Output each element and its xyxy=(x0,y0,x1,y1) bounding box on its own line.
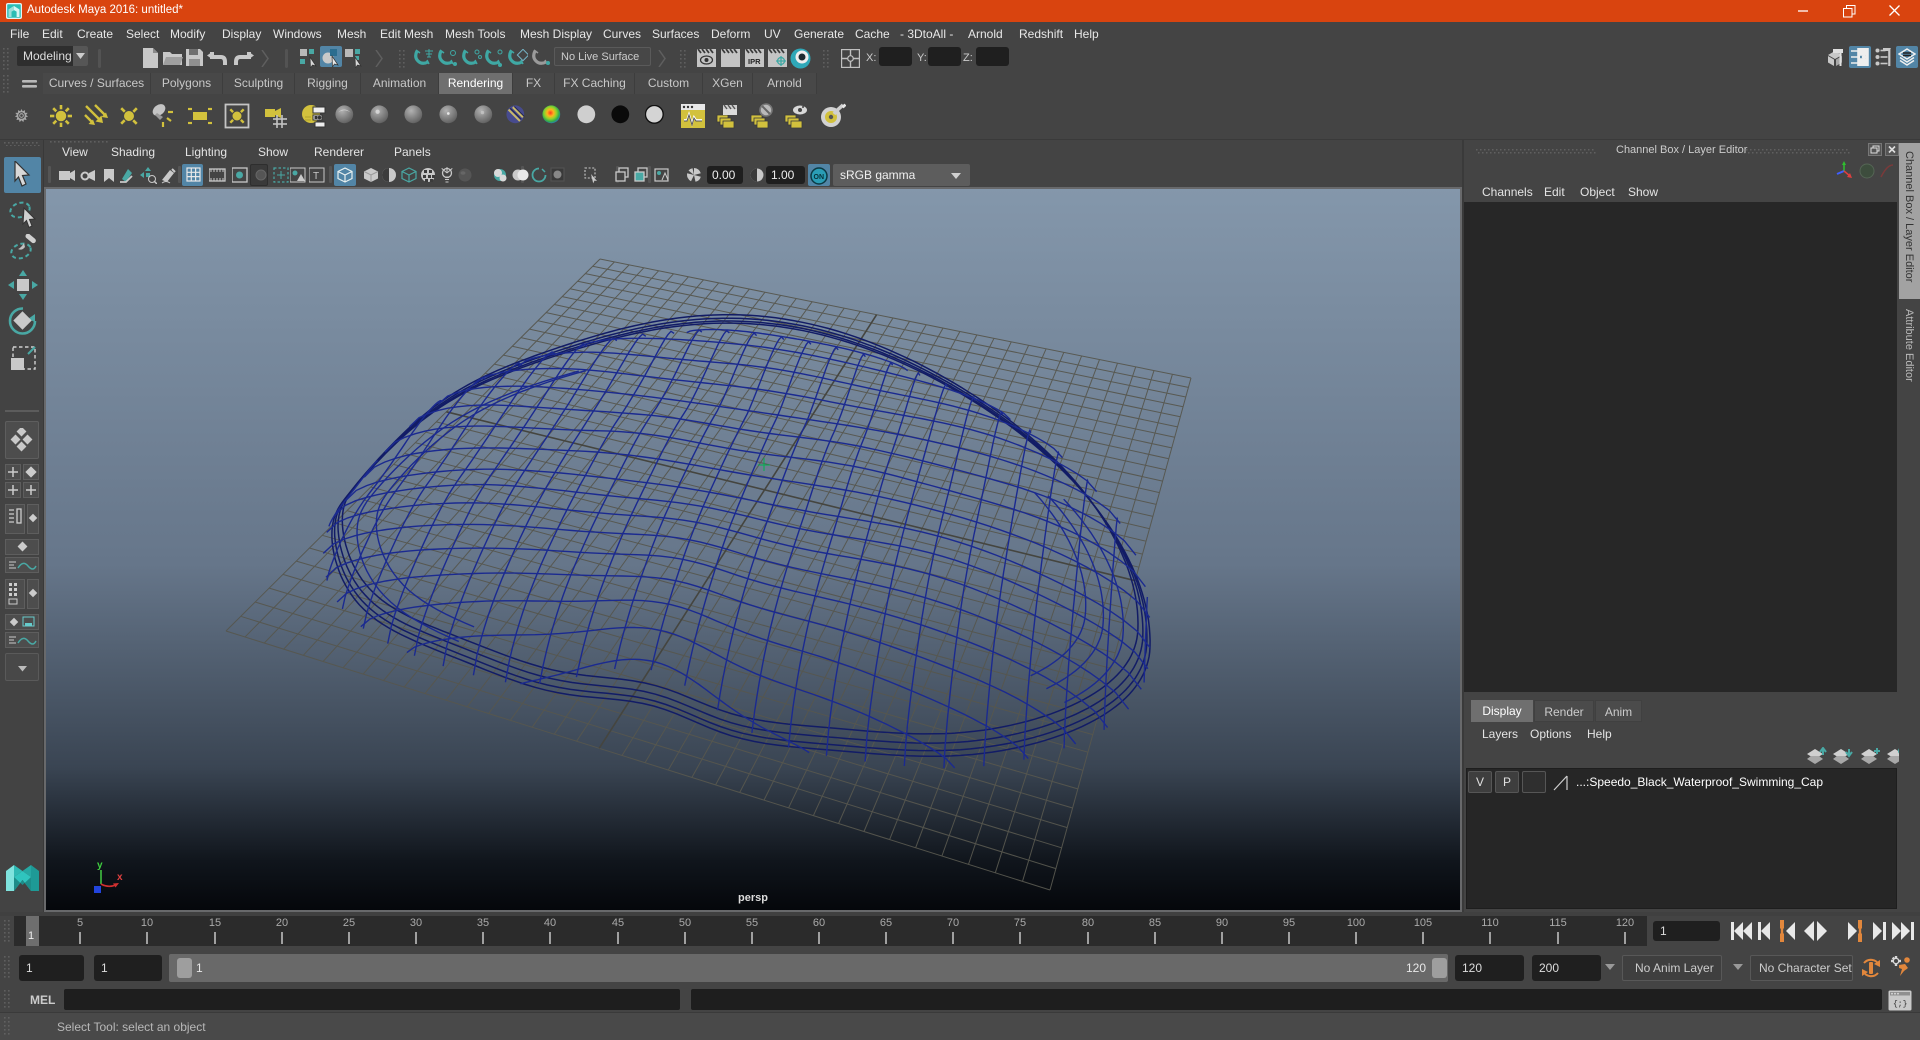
svg-text:y: y xyxy=(97,860,103,871)
svg-text:T: T xyxy=(313,171,319,182)
svg-text:IPR: IPR xyxy=(748,57,761,66)
svg-text:{;}: {;} xyxy=(1893,1000,1907,1009)
svg-text:x: x xyxy=(117,872,123,883)
svg-text:ON: ON xyxy=(814,174,825,181)
